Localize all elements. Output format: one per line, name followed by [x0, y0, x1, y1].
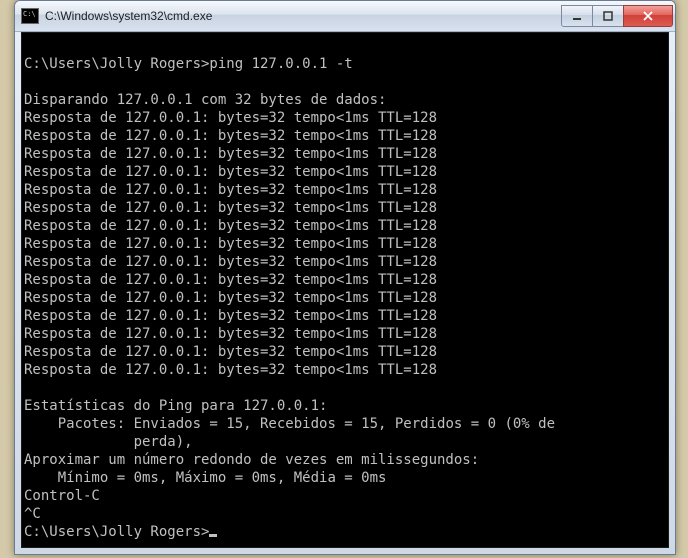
- cursor: [209, 534, 217, 537]
- ping-reply: Resposta de 127.0.0.1: bytes=32 tempo<1m…: [24, 271, 666, 289]
- stats-packets: Pacotes: Enviados = 15, Recebidos = 15, …: [24, 415, 666, 433]
- cmd-icon: [21, 8, 39, 24]
- ping-reply: Resposta de 127.0.0.1: bytes=32 tempo<1m…: [24, 181, 666, 199]
- ping-reply: Resposta de 127.0.0.1: bytes=32 tempo<1m…: [24, 343, 666, 361]
- prompt-line: C:\Users\Jolly Rogers>ping 127.0.0.1 -t: [24, 55, 666, 73]
- minimize-button[interactable]: [561, 5, 593, 27]
- ping-reply: Resposta de 127.0.0.1: bytes=32 tempo<1m…: [24, 235, 666, 253]
- ping-reply: Resposta de 127.0.0.1: bytes=32 tempo<1m…: [24, 307, 666, 325]
- terminal-area[interactable]: C:\Users\Jolly Rogers>ping 127.0.0.1 -t …: [21, 32, 669, 548]
- cmd-window: C:\Windows\system32\cmd.exe C:\Users\Jol…: [14, 0, 676, 555]
- ping-reply: Resposta de 127.0.0.1: bytes=32 tempo<1m…: [24, 325, 666, 343]
- close-button[interactable]: [623, 5, 673, 27]
- ping-header: Disparando 127.0.0.1 com 32 bytes de dad…: [24, 91, 666, 109]
- ping-reply: Resposta de 127.0.0.1: bytes=32 tempo<1m…: [24, 163, 666, 181]
- prompt-line-2: C:\Users\Jolly Rogers>: [24, 523, 666, 541]
- ping-reply: Resposta de 127.0.0.1: bytes=32 tempo<1m…: [24, 289, 666, 307]
- ping-reply: Resposta de 127.0.0.1: bytes=32 tempo<1m…: [24, 127, 666, 145]
- maximize-button[interactable]: [592, 5, 624, 27]
- caret-c: ^C: [24, 505, 666, 523]
- window-title: C:\Windows\system32\cmd.exe: [45, 9, 562, 23]
- stats-approx: Aproximar um número redondo de vezes em …: [24, 451, 666, 469]
- stats-packets-2: perda),: [24, 433, 666, 451]
- stats-times: Mínimo = 0ms, Máximo = 0ms, Média = 0ms: [24, 469, 666, 487]
- ping-reply: Resposta de 127.0.0.1: bytes=32 tempo<1m…: [24, 109, 666, 127]
- ping-reply: Resposta de 127.0.0.1: bytes=32 tempo<1m…: [24, 253, 666, 271]
- ping-reply: Resposta de 127.0.0.1: bytes=32 tempo<1m…: [24, 217, 666, 235]
- ping-reply: Resposta de 127.0.0.1: bytes=32 tempo<1m…: [24, 145, 666, 163]
- ping-reply: Resposta de 127.0.0.1: bytes=32 tempo<1m…: [24, 361, 666, 379]
- titlebar[interactable]: C:\Windows\system32\cmd.exe: [15, 1, 675, 32]
- window-controls: [562, 5, 673, 27]
- stats-title: Estatísticas do Ping para 127.0.0.1:: [24, 397, 666, 415]
- control-c: Control-C: [24, 487, 666, 505]
- ping-reply: Resposta de 127.0.0.1: bytes=32 tempo<1m…: [24, 199, 666, 217]
- ping-replies: Resposta de 127.0.0.1: bytes=32 tempo<1m…: [24, 109, 666, 379]
